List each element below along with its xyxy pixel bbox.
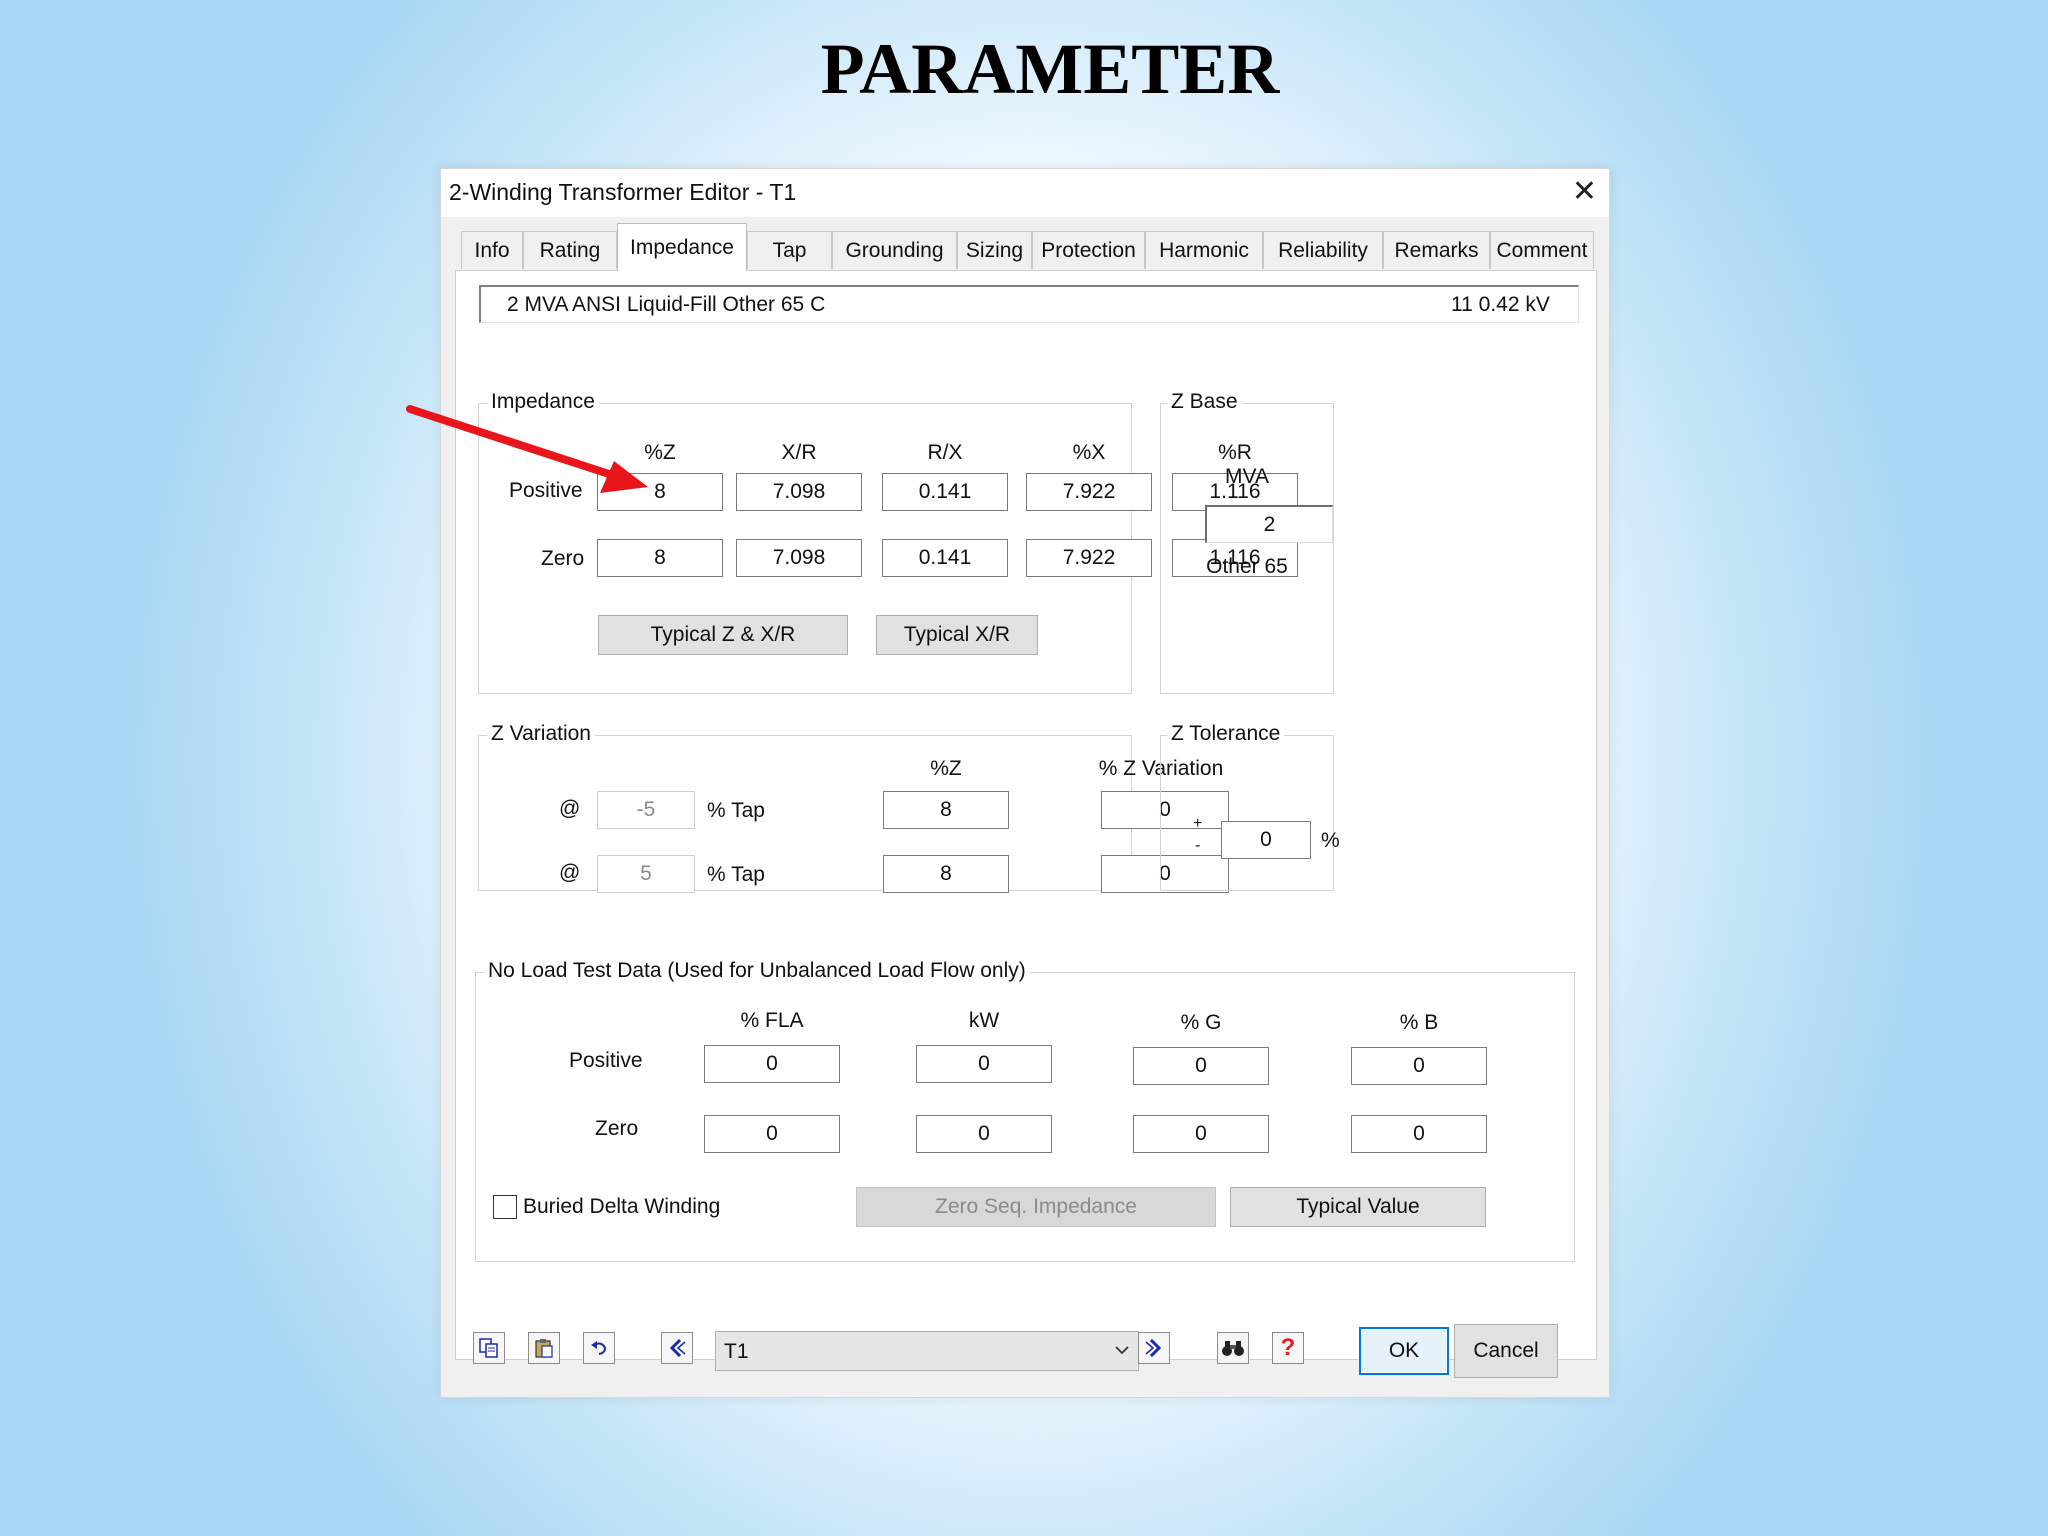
impedance-positive-1-field[interactable]: 7.098 [736,473,862,511]
voltage-rating: 11 0.42 kV [1451,293,1550,316]
tap-label: % Tap [707,799,765,822]
typical-z-xr-button[interactable]: Typical Z & X/R [598,615,848,655]
impedance-zero-3-field[interactable]: 7.922 [1026,539,1152,577]
z-variation-group-label: Z Variation [487,722,595,746]
tap-label: % Tap [707,863,765,886]
noload-positive-field[interactable]: 0 [1133,1047,1269,1085]
impedance-zero-2-field[interactable]: 0.141 [882,539,1008,577]
z-tolerance-field[interactable]: 0 [1221,821,1311,859]
tab-tap[interactable]: Tap [747,231,832,269]
zero-seq-impedance-button[interactable]: Zero Seq. Impedance [856,1187,1216,1227]
tap-field[interactable]: 5 [597,855,695,893]
z-tolerance-group-label: Z Tolerance [1167,722,1285,746]
tab-harmonic[interactable]: Harmonic [1145,231,1263,269]
no-load-test-group-label: No Load Test Data (Used for Unbalanced L… [484,959,1030,983]
buried-delta-checkbox[interactable] [493,1195,517,1219]
impedance-col-header: R/X [927,441,963,464]
zbase-group-label: Z Base [1167,390,1242,414]
tab-grounding[interactable]: Grounding [832,231,957,269]
buried-delta-label: Buried Delta Winding [523,1195,721,1218]
impedance-positive-2-field[interactable]: 0.141 [882,473,1008,511]
element-selector[interactable]: T1 [715,1331,1139,1371]
impedance-positive-3-field[interactable]: 7.922 [1026,473,1152,511]
mva-label: MVA [1225,465,1269,488]
tab-protection[interactable]: Protection [1032,231,1145,269]
tab-sizing[interactable]: Sizing [957,231,1032,269]
zvar-col-z: %Z [930,757,962,780]
typical-xr-button[interactable]: Typical X/R [876,615,1038,655]
impedance-zero-0-field[interactable]: 8 [597,539,723,577]
tab-remarks[interactable]: Remarks [1383,231,1490,269]
tab-comment[interactable]: Comment [1490,231,1594,269]
chevron-down-icon[interactable] [1114,1340,1130,1366]
ok-button[interactable]: OK [1359,1327,1449,1375]
at-symbol: @ [559,861,581,884]
help-icon[interactable]: ? [1272,1332,1304,1364]
tab-rating[interactable]: Rating [523,231,617,269]
noload-col-header: % B [1399,1011,1439,1034]
noload-positive-field[interactable]: 0 [916,1045,1052,1083]
noload-zero-field[interactable]: 0 [704,1115,840,1153]
title-bar: 2-Winding Transformer Editor - T1 ✕ [441,169,1609,217]
undo-icon[interactable] [583,1332,615,1364]
zbase-note: Other 65 [1206,555,1288,578]
tap-field[interactable]: -5 [597,791,695,829]
annotation-arrow [406,405,648,493]
noload-zero-field[interactable]: 0 [1133,1115,1269,1153]
zero-row-label: Zero [541,547,585,570]
tab-reliability[interactable]: Reliability [1263,231,1383,269]
slide-title: PARAMETER [820,29,1280,109]
next-element-icon[interactable] [1138,1332,1170,1364]
impedance-zero-1-field[interactable]: 7.098 [736,539,862,577]
zvar-z-field[interactable]: 8 [883,791,1009,829]
tab-info[interactable]: Info [461,231,523,269]
noload-positive-label: Positive [569,1049,643,1072]
binoculars-icon[interactable] [1217,1332,1249,1364]
equipment-info-bar: 2 MVA ANSI Liquid-Fill Other 65 C 11 0.4… [479,285,1579,323]
noload-positive-field[interactable]: 0 [704,1045,840,1083]
element-selector-value: T1 [724,1340,749,1363]
typical-value-button[interactable]: Typical Value [1230,1187,1486,1227]
noload-zero-label: Zero [595,1117,639,1140]
transformer-editor-dialog: 2-Winding Transformer Editor - T1 ✕ Info… [440,168,1610,1398]
impedance-col-header: %X [1072,441,1106,464]
tolerance-unit: % [1321,829,1340,852]
noload-col-header: kW [968,1009,1000,1032]
noload-zero-field[interactable]: 0 [916,1115,1052,1153]
noload-col-header: % G [1180,1011,1222,1034]
paste-icon[interactable] [528,1332,560,1364]
at-symbol: @ [559,797,581,820]
tolerance-minus: - [1195,837,1201,854]
zvar-z-field[interactable]: 8 [883,855,1009,893]
copy-icon[interactable] [473,1332,505,1364]
z-tolerance-group [1160,735,1334,891]
equipment-description: 2 MVA ANSI Liquid-Fill Other 65 C [507,293,826,316]
window-title: 2-Winding Transformer Editor - T1 [449,179,797,205]
previous-element-icon[interactable] [661,1332,693,1364]
noload-zero-field[interactable]: 0 [1351,1115,1487,1153]
mva-field[interactable]: 2 [1205,505,1333,543]
tab-impedance[interactable]: Impedance [617,223,747,271]
zbase-group [1160,403,1334,694]
noload-col-header: % FLA [740,1009,804,1032]
noload-positive-field[interactable]: 0 [1351,1047,1487,1085]
impedance-col-header: X/R [781,441,817,464]
cancel-button[interactable]: Cancel [1454,1324,1558,1378]
tolerance-plus: + [1193,815,1203,832]
close-icon[interactable]: ✕ [1572,175,1597,209]
help-glyph: ? [1280,1334,1296,1361]
